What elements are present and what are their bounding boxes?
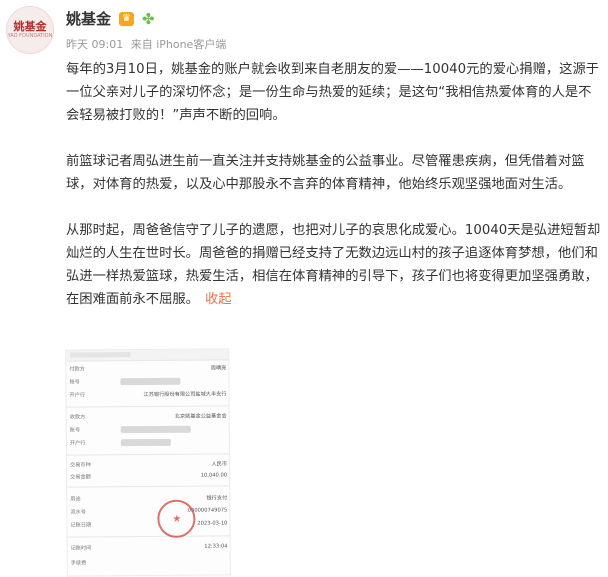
receipt-label: 交易币种 (69, 462, 91, 469)
receipt-value: 银行支付 (206, 495, 228, 502)
stamp-star-icon: ★ (172, 513, 182, 525)
receipt-label: 记账日期 (70, 522, 92, 529)
receipt-row: 手续费 (68, 557, 231, 568)
receipt-label: 交易金额 (70, 474, 91, 481)
receipt-header-strip (66, 349, 229, 362)
receipt-row: 账号 (66, 376, 230, 387)
receipt-value: 12:33:04 (204, 543, 228, 550)
receipt-value: 2023-03-10 (197, 520, 228, 527)
author-name[interactable]: 姚基金 (66, 8, 111, 29)
post-body: 每年的3月10日，姚基金的账户就会收到来自老朋友的爱——10040元的爱心捐赠，… (66, 58, 602, 311)
receipt-label: 开户行 (69, 440, 86, 447)
post-image-receipt[interactable]: 付款方 周晴亮 账号 开户行 江苏银行股份有限公司盐城大丰支行 收款方 北京姚基… (65, 348, 231, 577)
receipt-value: 北京姚基金公益基金会 (174, 413, 227, 420)
avatar-logo-subtext: YAO FOUNDATION (7, 32, 53, 39)
receipt-row: 收款方 北京姚基金公益基金会 (67, 411, 231, 422)
receipt-label: 收款方 (69, 414, 86, 421)
receipt-label: 付款方 (69, 366, 85, 373)
receipt-row: 记账时间 12:33:04 (68, 542, 231, 553)
clover-icon[interactable]: ✤ (142, 11, 155, 26)
receipt-row: 记账日期 2023-03-10 (67, 519, 230, 530)
author-header: 姚基金 ♛ ✤ (66, 8, 155, 29)
receipt-label: 开户行 (69, 392, 86, 399)
receipt-divider (67, 485, 231, 488)
post-paragraph: 前篮球记者周弘进生前一直关注并支持姚基金的公益事业。尽管罹患疾病，但凭借着对篮球… (66, 154, 585, 192)
receipt-label: 手续费 (70, 560, 87, 567)
receipt-row: 付款方 周晴亮 (66, 363, 230, 374)
bank-stamp: ★ (157, 499, 196, 538)
receipt-row: 账号 (67, 424, 231, 435)
post-paragraph: 每年的3月10日，姚基金的账户就会收到来自老朋友的爱——10040元的爱心捐赠，… (66, 62, 600, 123)
receipt-label: 记账时间 (70, 545, 92, 552)
receipt-divider (66, 405, 231, 408)
redacted-value (120, 425, 191, 434)
receipt-label: 用途 (70, 496, 81, 503)
avatar[interactable]: 姚基金 YAO FOUNDATION (6, 6, 54, 54)
collapse-link[interactable]: 收起 (205, 292, 232, 307)
receipt-row: 流水号 000000749075 (67, 506, 230, 517)
receipt-row: 开户行 江苏银行股份有限公司盐城大丰支行 (66, 389, 230, 400)
receipt-row: 交易币种 人民币 (67, 459, 231, 470)
receipt-value: 人民币 (211, 461, 228, 468)
crown-icon[interactable]: ♛ (119, 11, 135, 26)
post-source: 来自 iPhone客户端 (130, 38, 227, 51)
receipt-divider (67, 535, 231, 538)
receipt-value: 10,040.00 (200, 472, 228, 479)
post-paragraph-text: 从那时起，周爸爸信守了儿子的遗愿，也把对儿子的哀思化成爱心。10040天是弘进短… (66, 223, 601, 307)
post-paragraph: 从那时起，周爸爸信守了儿子的遗愿，也把对儿子的哀思化成爱心。10040天是弘进短… (66, 219, 602, 311)
redacted-value (120, 377, 181, 386)
receipt-divider (66, 453, 231, 456)
receipt-label: 流水号 (70, 509, 86, 516)
avatar-logo-text: 姚基金 (13, 19, 47, 33)
receipt-value: 周晴亮 (210, 365, 227, 372)
receipt-value: 江苏银行股份有限公司盐城大丰支行 (143, 391, 227, 399)
receipt-row: 交易金额 10,040.00 (67, 471, 231, 482)
receipt-label: 账号 (69, 379, 80, 386)
post-time[interactable]: 昨天 09:01 (66, 38, 123, 51)
receipt-row: 用途 银行支付 (67, 493, 231, 504)
receipt-label: 账号 (69, 427, 81, 434)
receipt-row: 开户行 (67, 437, 231, 448)
redacted-value (120, 438, 171, 447)
post-meta: 昨天 09:01 来自 iPhone客户端 (66, 36, 230, 52)
